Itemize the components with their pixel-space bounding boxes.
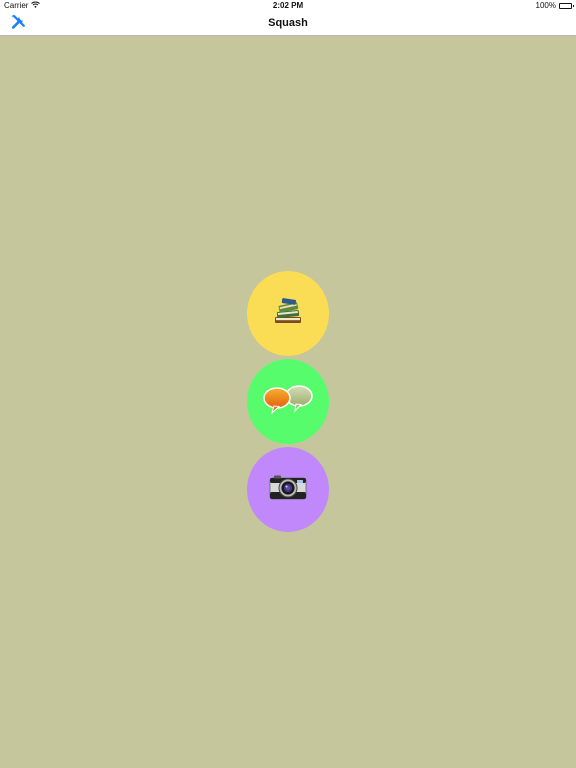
books-button[interactable] bbox=[247, 271, 329, 356]
books-icon bbox=[272, 296, 304, 331]
chat-button[interactable] bbox=[247, 359, 329, 444]
page-title: Squash bbox=[268, 17, 308, 29]
camera-button[interactable] bbox=[247, 447, 329, 532]
status-bar: Carrier 2:02 PM 100% bbox=[0, 0, 576, 12]
battery-icon bbox=[559, 2, 574, 9]
navigation-bar: Squash bbox=[0, 12, 576, 36]
battery-percent: 100% bbox=[535, 1, 556, 10]
status-time: 2:02 PM bbox=[272, 1, 304, 10]
battery-group: 100% bbox=[535, 1, 574, 10]
chat-bubbles-icon bbox=[262, 384, 314, 419]
camera-icon bbox=[269, 474, 307, 505]
